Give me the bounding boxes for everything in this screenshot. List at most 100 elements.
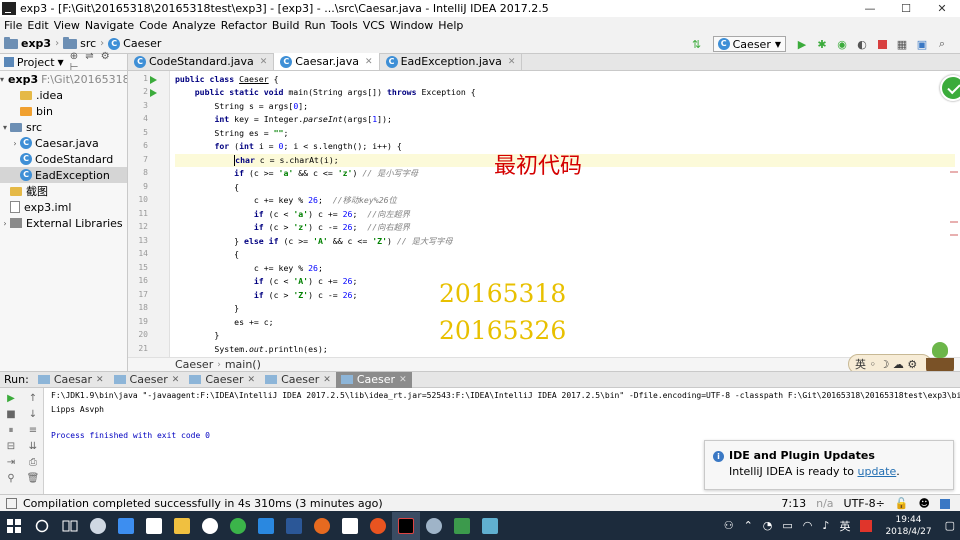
cortana-icon[interactable] (28, 512, 56, 540)
close-tab-icon[interactable]: ✕ (365, 57, 373, 67)
stop-icon[interactable]: ■ (4, 407, 18, 421)
dump-threads-icon[interactable]: ⊟ (4, 439, 18, 453)
menu-edit[interactable]: Edit (27, 19, 53, 32)
restore-layout-icon[interactable]: ⇥ (4, 455, 18, 469)
tree-item-exp3-iml[interactable]: exp3.iml (0, 199, 127, 215)
print-icon[interactable]: ⎙ (26, 455, 40, 469)
code-line[interactable]: public static void main(String args[]) t… (175, 86, 476, 99)
debug-icon[interactable]: ✱ (814, 36, 830, 52)
project-view-select[interactable]: Project (17, 56, 55, 69)
code-line[interactable]: for (int i = 0; i < s.length(); i++) { (175, 140, 401, 153)
close-tab-icon[interactable]: ✕ (172, 375, 180, 385)
close-tab-icon[interactable]: ✕ (399, 375, 407, 385)
tab-caesar[interactable]: C Caesar.java ✕ (274, 53, 380, 70)
user-icon[interactable]: ⚇ (724, 519, 734, 532)
tree-item-idea[interactable]: .idea (0, 87, 127, 103)
stripe-mark[interactable] (950, 171, 958, 173)
tree-item-external-libraries[interactable]: › External Libraries (0, 215, 127, 231)
event-log-icon[interactable] (940, 498, 950, 509)
line-separator[interactable]: n/a (816, 497, 833, 510)
code-line[interactable]: System.out.println(es); (175, 343, 327, 356)
expand-icon[interactable]: ▾ (0, 75, 4, 84)
breadcrumb-caeser[interactable]: C Caeser (108, 37, 161, 50)
run-configuration-select[interactable]: C Caeser ▼ (712, 36, 786, 52)
expand-icon[interactable]: › (10, 139, 20, 148)
build-arrows-icon[interactable]: ⇅ (689, 36, 705, 52)
git-icon[interactable] (448, 512, 476, 540)
menu-vcs[interactable]: VCS (363, 19, 390, 32)
sogou-icon[interactable] (860, 519, 873, 532)
menu-navigate[interactable]: Navigate (85, 19, 139, 32)
code-line[interactable]: c += key % 26; //移动key%26位 (175, 194, 397, 207)
down-arrow-icon[interactable]: ↓ (26, 407, 40, 421)
breadcrumb-class[interactable]: Caeser (175, 358, 213, 371)
menu-refactor[interactable]: Refactor (221, 19, 272, 32)
status-message[interactable]: Compilation completed successfully in 4s… (23, 497, 383, 510)
search-icon[interactable]: ⌕ (934, 36, 950, 52)
feishu-icon[interactable] (112, 512, 140, 540)
browser-icon[interactable] (420, 512, 448, 540)
code-line[interactable]: if (c < 'A') c += 26; (175, 275, 358, 288)
inspection-ok-icon[interactable] (940, 75, 960, 101)
menu-analyze[interactable]: Analyze (172, 19, 220, 32)
tree-item-src[interactable]: ▾ src (0, 119, 127, 135)
menu-code[interactable]: Code (139, 19, 172, 32)
menu-tools[interactable]: Tools (331, 19, 363, 32)
menu-build[interactable]: Build (272, 19, 305, 32)
code-line[interactable]: es += c; (175, 316, 273, 329)
run-icon[interactable]: ▶ (794, 36, 810, 52)
run-tab-active[interactable]: Caeser ✕ (335, 371, 412, 388)
run-tab[interactable]: Caeser ✕ (109, 372, 185, 388)
trash-icon[interactable]: 🗑 (26, 471, 40, 485)
code-line[interactable]: } (175, 329, 219, 342)
chat-app-icon[interactable] (140, 512, 168, 540)
firefox-icon[interactable] (308, 512, 336, 540)
code-line[interactable]: int key = Integer.parseInt(args[1]); (175, 113, 392, 126)
profile-icon[interactable]: ◐ (854, 36, 870, 52)
baidu-netdisk-icon[interactable] (196, 512, 224, 540)
tab-eadexception[interactable]: C EadException.java ✕ (380, 53, 523, 70)
fan-app-icon[interactable] (84, 512, 112, 540)
menu-run[interactable]: Run (305, 19, 331, 32)
start-icon[interactable] (0, 512, 28, 540)
close-tab-icon[interactable]: ✕ (508, 57, 516, 67)
menu-window[interactable]: Window (390, 19, 438, 32)
menu-view[interactable]: View (54, 19, 85, 32)
volume-icon[interactable]: ♪ (822, 519, 829, 532)
tab-codestandard[interactable]: C CodeStandard.java ✕ (128, 53, 275, 70)
close-tab-icon[interactable]: ✕ (96, 375, 104, 385)
sdk-icon[interactable]: ▣ (914, 36, 930, 52)
stripe-mark[interactable] (950, 221, 958, 223)
tree-item-bin[interactable]: bin (0, 103, 127, 119)
close-tab-icon[interactable]: ✕ (248, 375, 256, 385)
breadcrumb-exp3[interactable]: exp3 › (4, 36, 59, 50)
task-view-icon[interactable] (56, 512, 84, 540)
close-tab-icon[interactable]: ✕ (260, 57, 268, 67)
mail-icon[interactable] (336, 512, 364, 540)
pause-icon[interactable]: ⏸ (4, 423, 18, 437)
wechat-icon[interactable] (224, 512, 252, 540)
chevron-down-icon[interactable]: ▼ (58, 58, 64, 67)
stripe-mark[interactable] (950, 234, 958, 236)
update-notification[interactable]: i IDE and Plugin Updates IntelliJ IDEA i… (704, 440, 954, 490)
breadcrumb-method[interactable]: main() (225, 358, 261, 371)
tree-item-exp3[interactable]: ▾ exp3 F:\Git\20165318\201 (0, 71, 127, 87)
run-tab[interactable]: Caeser ✕ (184, 372, 260, 388)
code-line[interactable]: c += key % 26; (175, 262, 323, 275)
tree-item-caesar-java[interactable]: › C Caesar.java (0, 135, 127, 151)
notes-icon[interactable] (476, 512, 504, 540)
project-structure-icon[interactable]: ▦ (894, 36, 910, 52)
file-explorer-icon[interactable] (168, 512, 196, 540)
code-line[interactable]: { (175, 181, 239, 194)
notification-center-icon[interactable]: ▢ (945, 519, 955, 532)
inspector-icon[interactable]: ☻ (919, 497, 930, 510)
code-line[interactable]: if (c > 'Z') c -= 26; (175, 289, 358, 302)
menu-help[interactable]: Help (438, 19, 468, 32)
code-line[interactable]: if (c < 'a') c += 26; //向左超界 (175, 208, 410, 221)
close-button[interactable]: ✕ (924, 0, 960, 17)
code-area[interactable]: public class Caeser { public static void… (175, 71, 955, 357)
network-icon[interactable]: ◔ (763, 519, 773, 532)
tree-item-codestandard[interactable]: C CodeStandard (0, 151, 127, 167)
wifi-icon[interactable]: ◠ (803, 519, 813, 532)
caret-position[interactable]: 7:13 (781, 497, 806, 510)
